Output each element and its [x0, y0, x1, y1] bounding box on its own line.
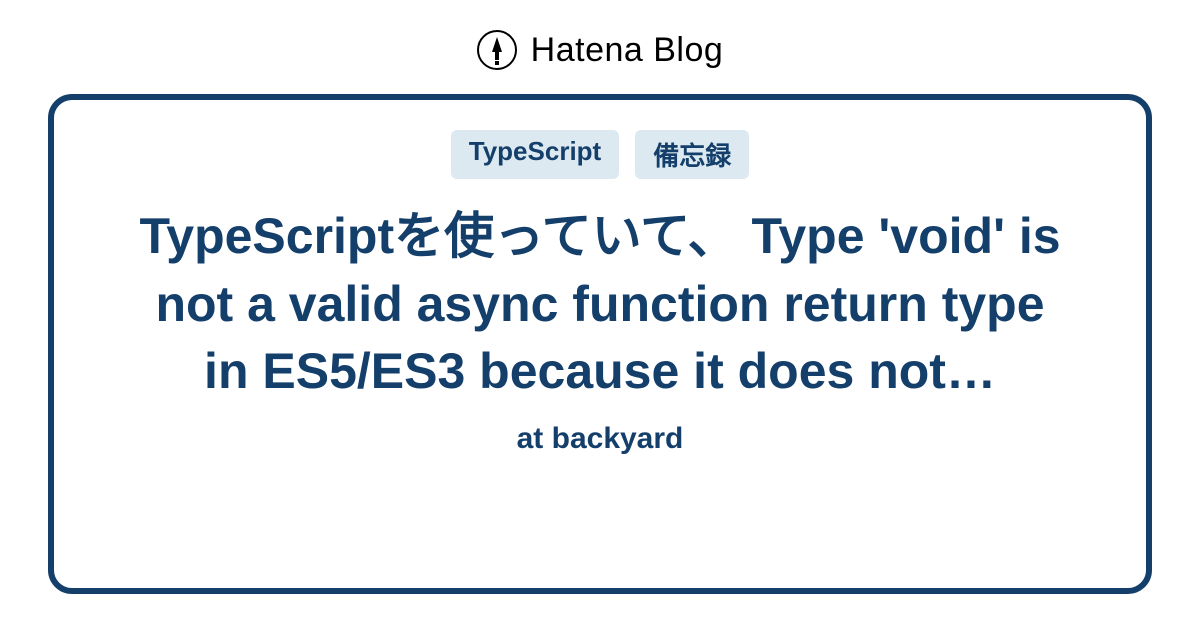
site-logo-text: Hatena Blog — [531, 31, 724, 70]
hatena-logo-icon — [477, 30, 517, 70]
tag-item[interactable]: TypeScript — [451, 130, 619, 179]
blog-name: at backyard — [517, 422, 684, 456]
site-header: Hatena Blog — [477, 0, 724, 94]
article-card: TypeScript 備忘録 TypeScriptを使っていて、 Type 'v… — [48, 94, 1152, 594]
tag-item[interactable]: 備忘録 — [635, 130, 749, 179]
tag-list: TypeScript 備忘録 — [451, 130, 749, 179]
article-title: TypeScriptを使っていて、 Type 'void' is not a v… — [130, 203, 1070, 406]
